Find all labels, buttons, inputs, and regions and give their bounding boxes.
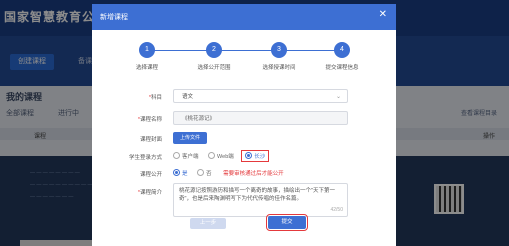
step-4: 4 提交课程信息 [312,42,372,71]
subject-select[interactable]: 语文 ⌄ [173,89,348,103]
step-number: 1 [139,42,155,58]
dialog-header: 新增课程 ✕ [92,4,396,30]
public-warning: 需要审核通过后才能公开 [223,171,284,177]
radio-client[interactable]: 客户端 [173,152,199,160]
login-mode-radios: 客户端 Web端 长沙 [173,149,275,163]
new-course-dialog: 新增课程 ✕ 1 选择课程 2 选择公开范围 3 选择授课时间 4 提交课程信息… [92,4,396,246]
submit-button[interactable]: 提交 [266,214,308,231]
upload-file-button[interactable]: 上传文件 [173,132,207,144]
previous-step-button[interactable]: 上一步 [190,218,226,229]
course-name-label: *课程名称 [137,117,162,123]
intro-label: *课程简介 [137,190,162,196]
step-number: 4 [334,42,350,58]
close-icon[interactable]: ✕ [379,10,387,20]
radio-public-no[interactable]: 否 [197,169,212,177]
step-progress: 1 选择课程 2 选择公开范围 3 选择授课时间 4 提交课程信息 [92,42,396,82]
course-name-input[interactable]: 《桃花源记》 [173,111,348,125]
step-label: 选择课程 [135,65,158,71]
step-label: 选择授课时间 [262,65,296,71]
step-number: 2 [206,42,222,58]
public-radios: 是 否 需要审核通过后才能公开 [173,169,284,177]
step-label: 选择公开范围 [197,65,231,71]
subject-value: 语文 [182,94,194,100]
dialog-title: 新增课程 [100,14,128,21]
login-mode-label: 学生登录方式 [128,155,162,161]
char-counter: 42/50 [330,207,343,213]
cover-label: 课程封面 [139,137,162,143]
chevron-down-icon: ⌄ [335,94,341,100]
radio-public-yes[interactable]: 是 [173,169,188,177]
subject-label: *科目 [148,95,162,101]
intro-text: 桃花源记按照游历和描写一个离奇的故事，描绘出一个"天下第一奇"，也是后来陶渊明写… [179,188,335,202]
public-label: 课程公开 [139,172,162,178]
step-number: 3 [271,42,287,58]
radio-changsha[interactable]: 长沙 [241,149,270,163]
radio-web[interactable]: Web端 [208,152,234,160]
step-3: 3 选择授课时间 [249,42,309,71]
step-label: 提交课程信息 [325,65,359,71]
step-2: 2 选择公开范围 [184,42,244,71]
intro-textarea[interactable]: 桃花源记按照游历和描写一个离奇的故事，描绘出一个"天下第一奇"，也是后来陶渊明写… [173,183,348,217]
step-1: 1 选择课程 [117,42,177,71]
